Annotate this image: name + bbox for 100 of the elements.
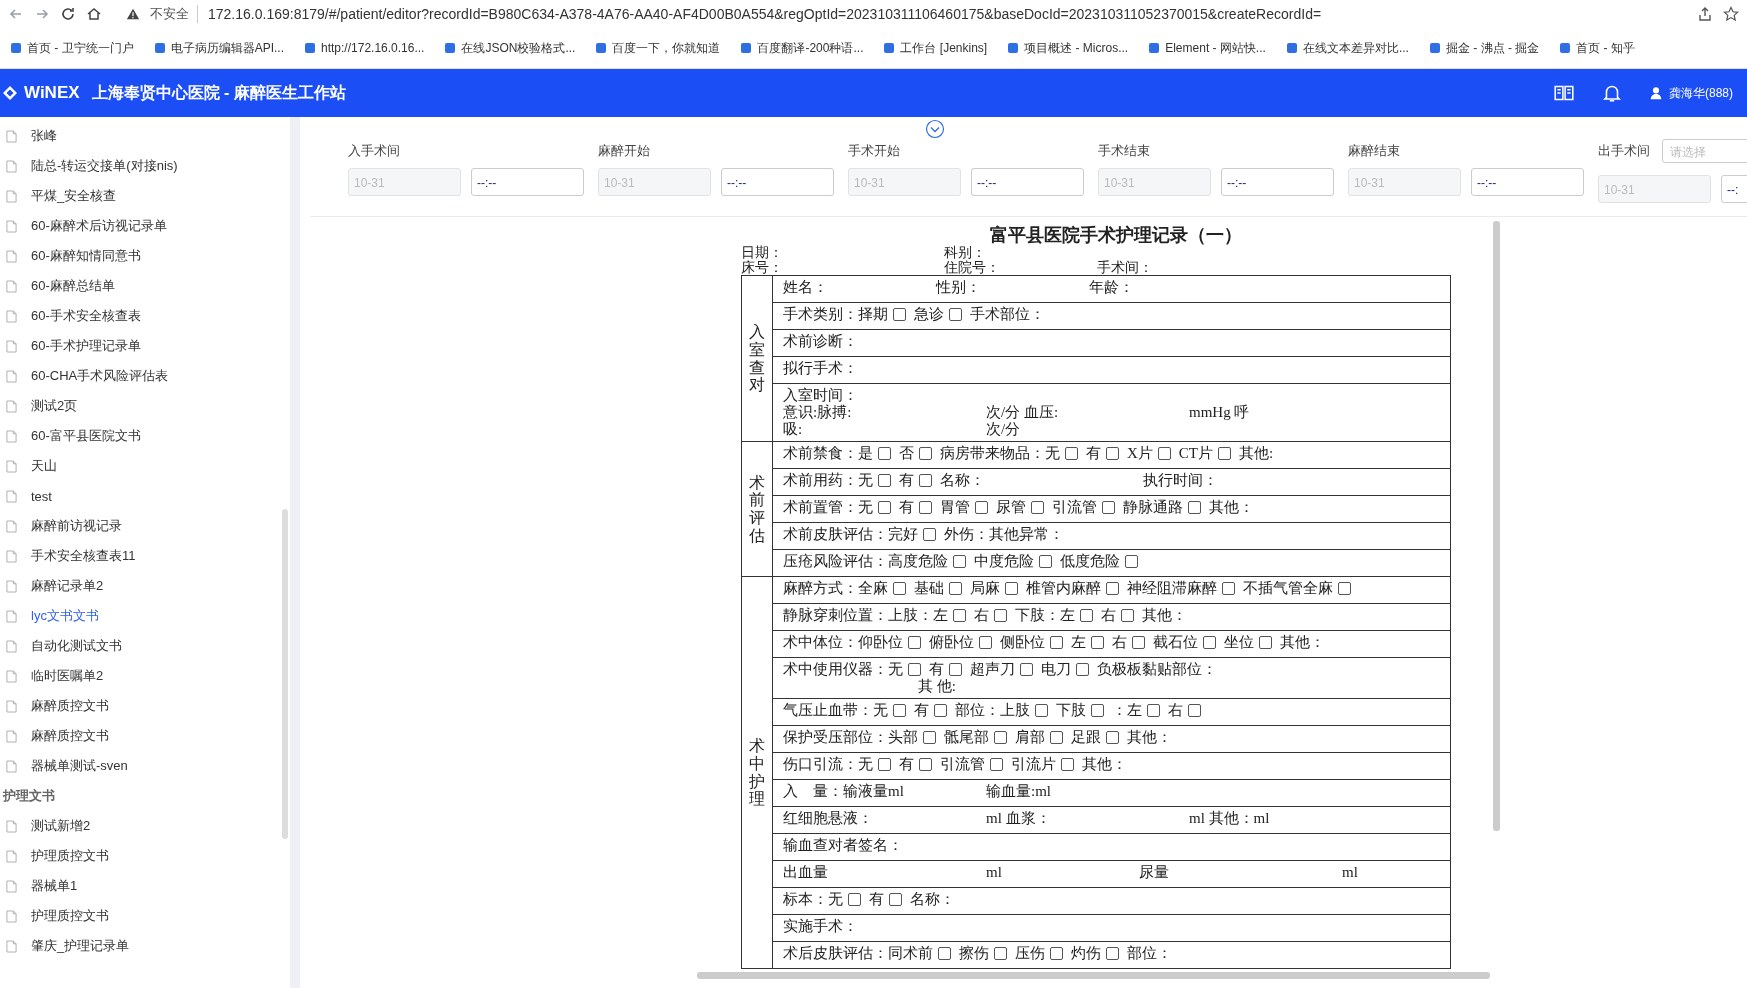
- star-icon[interactable]: [1723, 6, 1739, 22]
- sidebar-item[interactable]: 60-富平县医院文书: [31, 427, 141, 445]
- checkbox[interactable]: [1106, 731, 1119, 744]
- bookmark-icon[interactable]: [1428, 42, 1441, 54]
- checkbox[interactable]: [949, 663, 962, 676]
- bookmark-link[interactable]: 项目概述 - Micros...: [1007, 39, 1129, 57]
- checkbox[interactable]: [1005, 582, 1018, 595]
- scrollbar[interactable]: [1493, 221, 1500, 831]
- checkbox[interactable]: [1338, 582, 1351, 595]
- checkbox[interactable]: [1218, 447, 1231, 460]
- sidebar-item[interactable]: 器械单1: [31, 877, 78, 895]
- checkbox[interactable]: [1039, 555, 1052, 568]
- bookmark-icon[interactable]: [10, 42, 22, 54]
- bookmark-icon[interactable]: [153, 42, 166, 54]
- checkbox[interactable]: [1147, 704, 1160, 717]
- time-field[interactable]: --:--: [721, 168, 834, 196]
- checkbox[interactable]: [953, 609, 966, 622]
- bookmark-link[interactable]: 工作台 [Jenkins]: [883, 39, 988, 57]
- checkbox[interactable]: [1050, 731, 1063, 744]
- checkbox[interactable]: [893, 704, 906, 717]
- checkbox[interactable]: [878, 758, 891, 771]
- sidebar-item[interactable]: 60-手术安全核查表: [31, 307, 141, 325]
- checkbox[interactable]: [1031, 501, 1044, 514]
- checkbox[interactable]: [1050, 636, 1063, 649]
- bookmark-icon[interactable]: [1559, 42, 1572, 54]
- checkbox[interactable]: [934, 704, 947, 717]
- checkbox[interactable]: [923, 731, 936, 744]
- checkbox[interactable]: [1222, 582, 1235, 595]
- checkbox[interactable]: [889, 893, 902, 906]
- share-icon[interactable]: [1697, 6, 1713, 22]
- checkbox[interactable]: [919, 501, 932, 514]
- sidebar-item[interactable]: 测试新增2: [31, 817, 91, 835]
- checkbox[interactable]: [893, 582, 906, 595]
- bookmark-icon[interactable]: [595, 42, 608, 54]
- user-name[interactable]: 龚海华(888): [1669, 84, 1733, 102]
- checkbox[interactable]: [893, 308, 906, 321]
- bookmark-link[interactable]: 百度一下，你就知道: [595, 39, 721, 57]
- checkbox[interactable]: [1065, 447, 1078, 460]
- time-field[interactable]: --:--: [471, 168, 584, 196]
- checkbox[interactable]: [919, 758, 932, 771]
- checkbox[interactable]: [994, 947, 1007, 960]
- checkbox[interactable]: [878, 474, 891, 487]
- sidebar-item[interactable]: 张峰: [31, 127, 57, 145]
- bookmark-icon[interactable]: [304, 42, 316, 54]
- sidebar-item[interactable]: 60-手术护理记录单: [31, 337, 141, 355]
- checkbox[interactable]: [975, 501, 988, 514]
- sidebar-item[interactable]: 护理质控文书: [31, 907, 109, 925]
- bookmark-icon[interactable]: [1285, 42, 1298, 54]
- sidebar-item[interactable]: 肇庆_护理记录单: [31, 937, 130, 955]
- checkbox[interactable]: [1157, 447, 1171, 460]
- collapse-icon[interactable]: [925, 119, 945, 139]
- checkbox[interactable]: [878, 447, 891, 460]
- checkbox[interactable]: [979, 636, 992, 649]
- sidebar-item[interactable]: 器械单测试-sven: [31, 757, 128, 775]
- checkbox[interactable]: [1188, 501, 1201, 514]
- checkbox[interactable]: [1091, 636, 1104, 649]
- checkbox[interactable]: [923, 528, 936, 541]
- time-field[interactable]: --:: [1721, 175, 1747, 203]
- sidebar-item[interactable]: 麻醉记录单2: [31, 577, 104, 595]
- bookmark-link[interactable]: 电子病历编辑器API...: [153, 39, 284, 57]
- checkbox[interactable]: [878, 501, 891, 514]
- bookmark-link[interactable]: 在线JSON校验格式...: [444, 39, 576, 57]
- checkbox[interactable]: [994, 731, 1007, 744]
- checkbox[interactable]: [1020, 663, 1033, 676]
- bookmark-icon[interactable]: [1007, 42, 1020, 54]
- checkbox[interactable]: [1106, 947, 1119, 960]
- checkbox[interactable]: [953, 555, 966, 568]
- checkbox[interactable]: [1259, 636, 1272, 649]
- bookmark-icon[interactable]: [883, 42, 896, 54]
- scrollbar[interactable]: [282, 509, 288, 839]
- warning-icon[interactable]: [126, 7, 140, 21]
- checkbox[interactable]: [1061, 758, 1074, 771]
- scrollbar[interactable]: [697, 972, 1490, 979]
- reload-icon[interactable]: [60, 6, 76, 22]
- checkbox[interactable]: [1106, 447, 1119, 460]
- sidebar-item[interactable]: 护理质控文书: [31, 847, 109, 865]
- bookmark-link[interactable]: 在线文本差异对比...: [1285, 39, 1409, 57]
- checkbox[interactable]: [919, 474, 932, 487]
- sidebar-item[interactable]: 60-麻醉总结单: [31, 277, 115, 295]
- checkbox[interactable]: [908, 636, 921, 649]
- home-icon[interactable]: [86, 6, 102, 22]
- user-icon[interactable]: [1649, 86, 1663, 100]
- bookmark-link[interactable]: 首页 - 卫宁统一门户: [10, 39, 134, 57]
- sidebar-item[interactable]: 测试2页: [31, 397, 78, 415]
- sidebar-item[interactable]: 60-CHA手术风险评估表: [31, 367, 169, 385]
- checkbox[interactable]: [1050, 947, 1063, 960]
- checkbox[interactable]: [848, 893, 861, 906]
- checkbox[interactable]: [908, 663, 921, 676]
- checkbox[interactable]: [938, 947, 951, 960]
- checkbox[interactable]: [1102, 501, 1115, 514]
- checkbox[interactable]: [1076, 663, 1089, 676]
- checkbox[interactable]: [949, 308, 962, 321]
- bookmark-link[interactable]: Element - 网站快...: [1148, 39, 1266, 57]
- checkbox[interactable]: [1035, 704, 1048, 717]
- checkbox[interactable]: [1125, 555, 1138, 568]
- sidebar-item[interactable]: 60-麻醉术后访视记录单: [31, 217, 167, 235]
- sidebar-item[interactable]: 麻醉质控文书: [31, 727, 109, 745]
- sidebar-item[interactable]: 天山: [31, 457, 57, 475]
- checkbox[interactable]: [1080, 609, 1093, 622]
- checkbox[interactable]: [1091, 704, 1104, 717]
